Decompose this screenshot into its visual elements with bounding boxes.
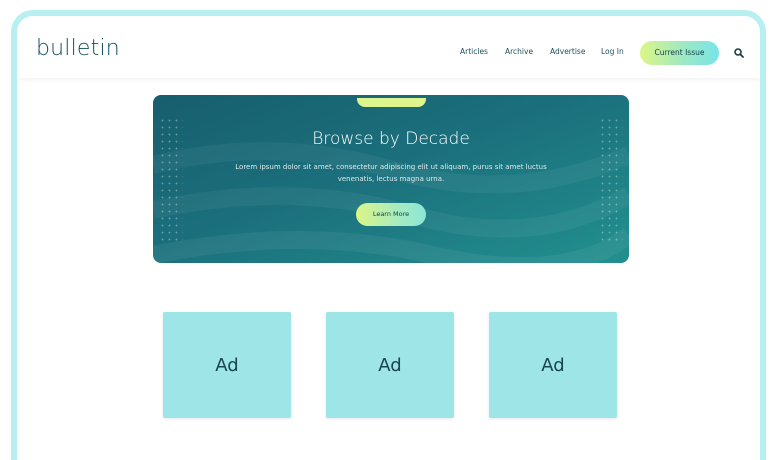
nav-link-archive[interactable]: Archive [505,48,533,56]
ad-slot-1[interactable]: Ad [163,312,291,418]
search-icon[interactable] [733,47,745,59]
site-logo[interactable]: bulletin [36,38,120,60]
ad-slot-2[interactable]: Ad [326,312,454,418]
top-nav: bulletin Articles Archive Advertise Log … [17,16,760,78]
current-issue-button[interactable]: Current Issue [640,41,719,65]
hero-banner: Browse by Decade Lorem ipsum dolor sit a… [153,95,629,263]
hero-title: Browse by Decade [312,129,470,149]
nav-link-articles[interactable]: Articles [460,48,488,56]
nav-link-login[interactable]: Log In [601,48,624,56]
hero-description: Lorem ipsum dolor sit amet, consectetur … [235,163,547,183]
page-frame: bulletin Articles Archive Advertise Log … [11,10,766,460]
hero-tab-accent [357,98,426,107]
nav-link-advertise[interactable]: Advertise [550,48,585,56]
learn-more-button[interactable]: Learn More [356,203,426,226]
ad-slot-3[interactable]: Ad [489,312,617,418]
